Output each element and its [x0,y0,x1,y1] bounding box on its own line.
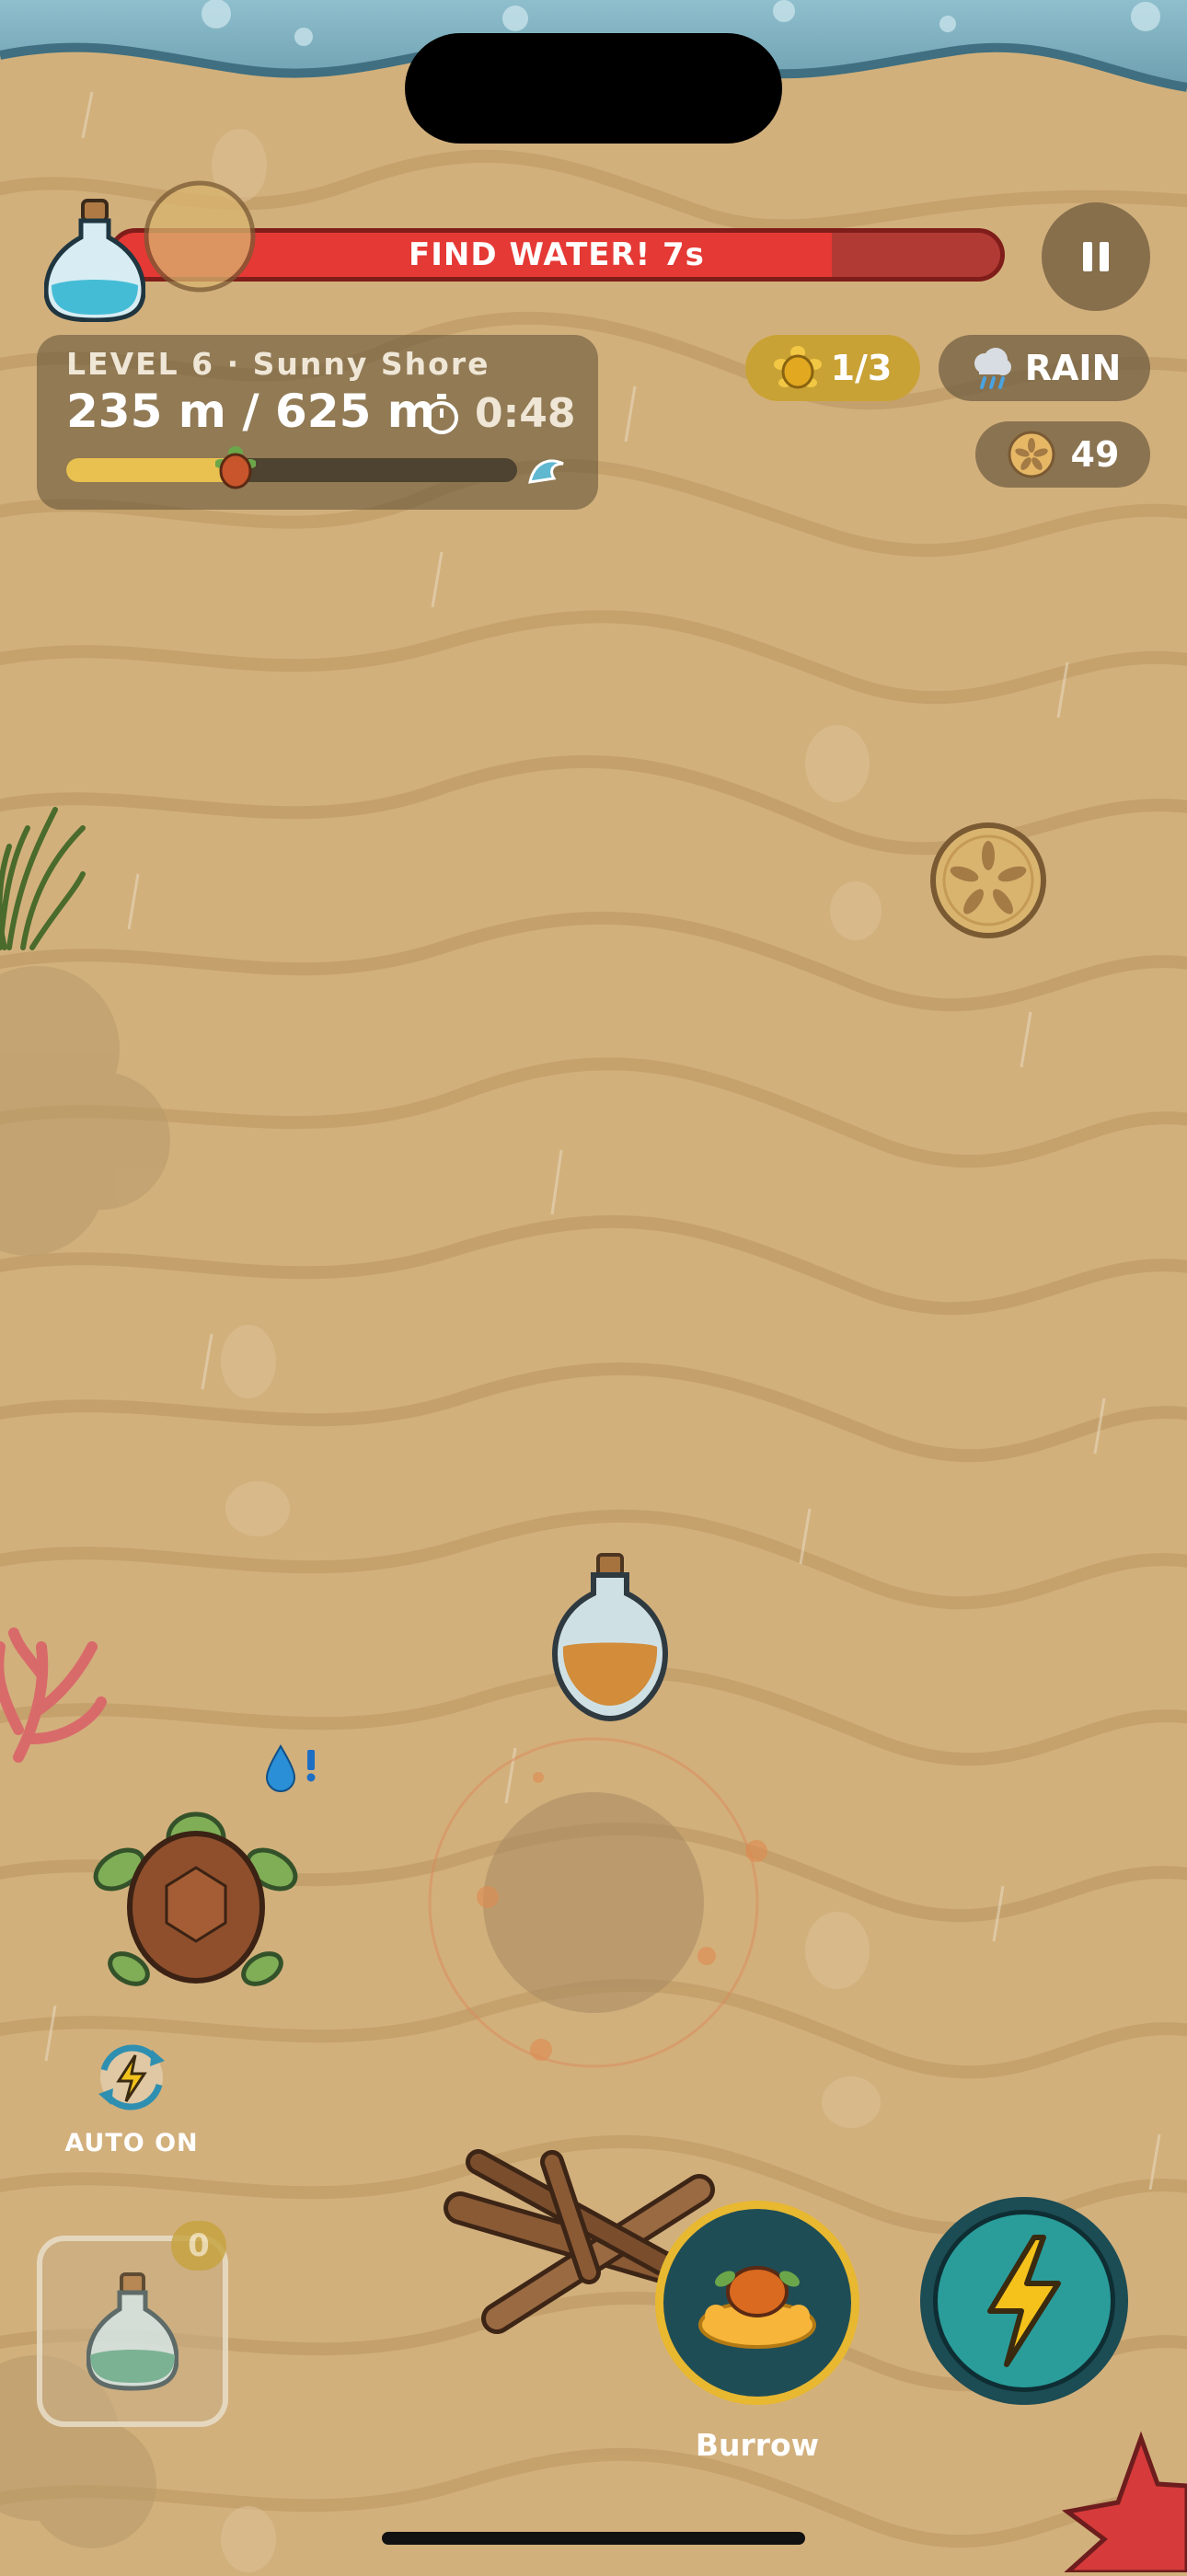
distance-readout: 235 m / 625 m [66,385,435,438]
dash-button[interactable] [920,2197,1128,2405]
turtle-icon [214,445,258,491]
distance-separator: / [242,385,259,438]
level-timer: 0:48 [475,390,576,437]
potion-count-badge: 0 [171,2221,226,2271]
level-progress-fill [66,458,236,482]
burrow-label: Burrow [695,2427,820,2463]
weather-label: RAIN [1024,348,1122,388]
home-indicator [382,2532,805,2545]
potion-icon [86,2272,179,2391]
distance-total: 625 m [275,385,435,438]
distance-current: 235 m [66,385,226,438]
turtles-collected-badge: 1/3 [745,335,920,401]
sand-dollar-counter: 49 [975,421,1150,488]
burrow-icon [698,2266,816,2349]
level-title: LEVEL 6 · Sunny Shore [66,346,490,382]
rain-cloud-icon [974,348,1011,389]
turtle-icon [773,346,822,389]
level-progress-track [66,458,517,482]
pause-icon [1083,242,1109,271]
dynamic-island [405,33,782,144]
turtles-collected-count: 1/3 [830,348,893,388]
pause-button[interactable] [1042,202,1150,311]
potion-count: 0 [188,2227,210,2264]
potion-icon [43,193,146,323]
sand-dollar-icon [930,822,1046,938]
lightning-icon [987,2235,1061,2367]
stopwatch-icon [423,392,460,436]
weather-badge: RAIN [939,335,1150,401]
burrow-button[interactable] [655,2201,859,2405]
auto-icon [98,2044,165,2110]
wave-icon [526,451,569,488]
sand-dollar-icon [143,179,257,293]
sand-dollar-count: 49 [1070,434,1120,475]
auto-toggle[interactable]: AUTO ON [53,2033,210,2162]
coin-icon [1008,431,1055,478]
auto-label: AUTO ON [64,2129,199,2157]
potion-inventory-slot[interactable]: 0 [37,2221,228,2427]
level-panel: LEVEL 6 · Sunny Shore 235 m / 625 m 0:48 [37,335,598,510]
